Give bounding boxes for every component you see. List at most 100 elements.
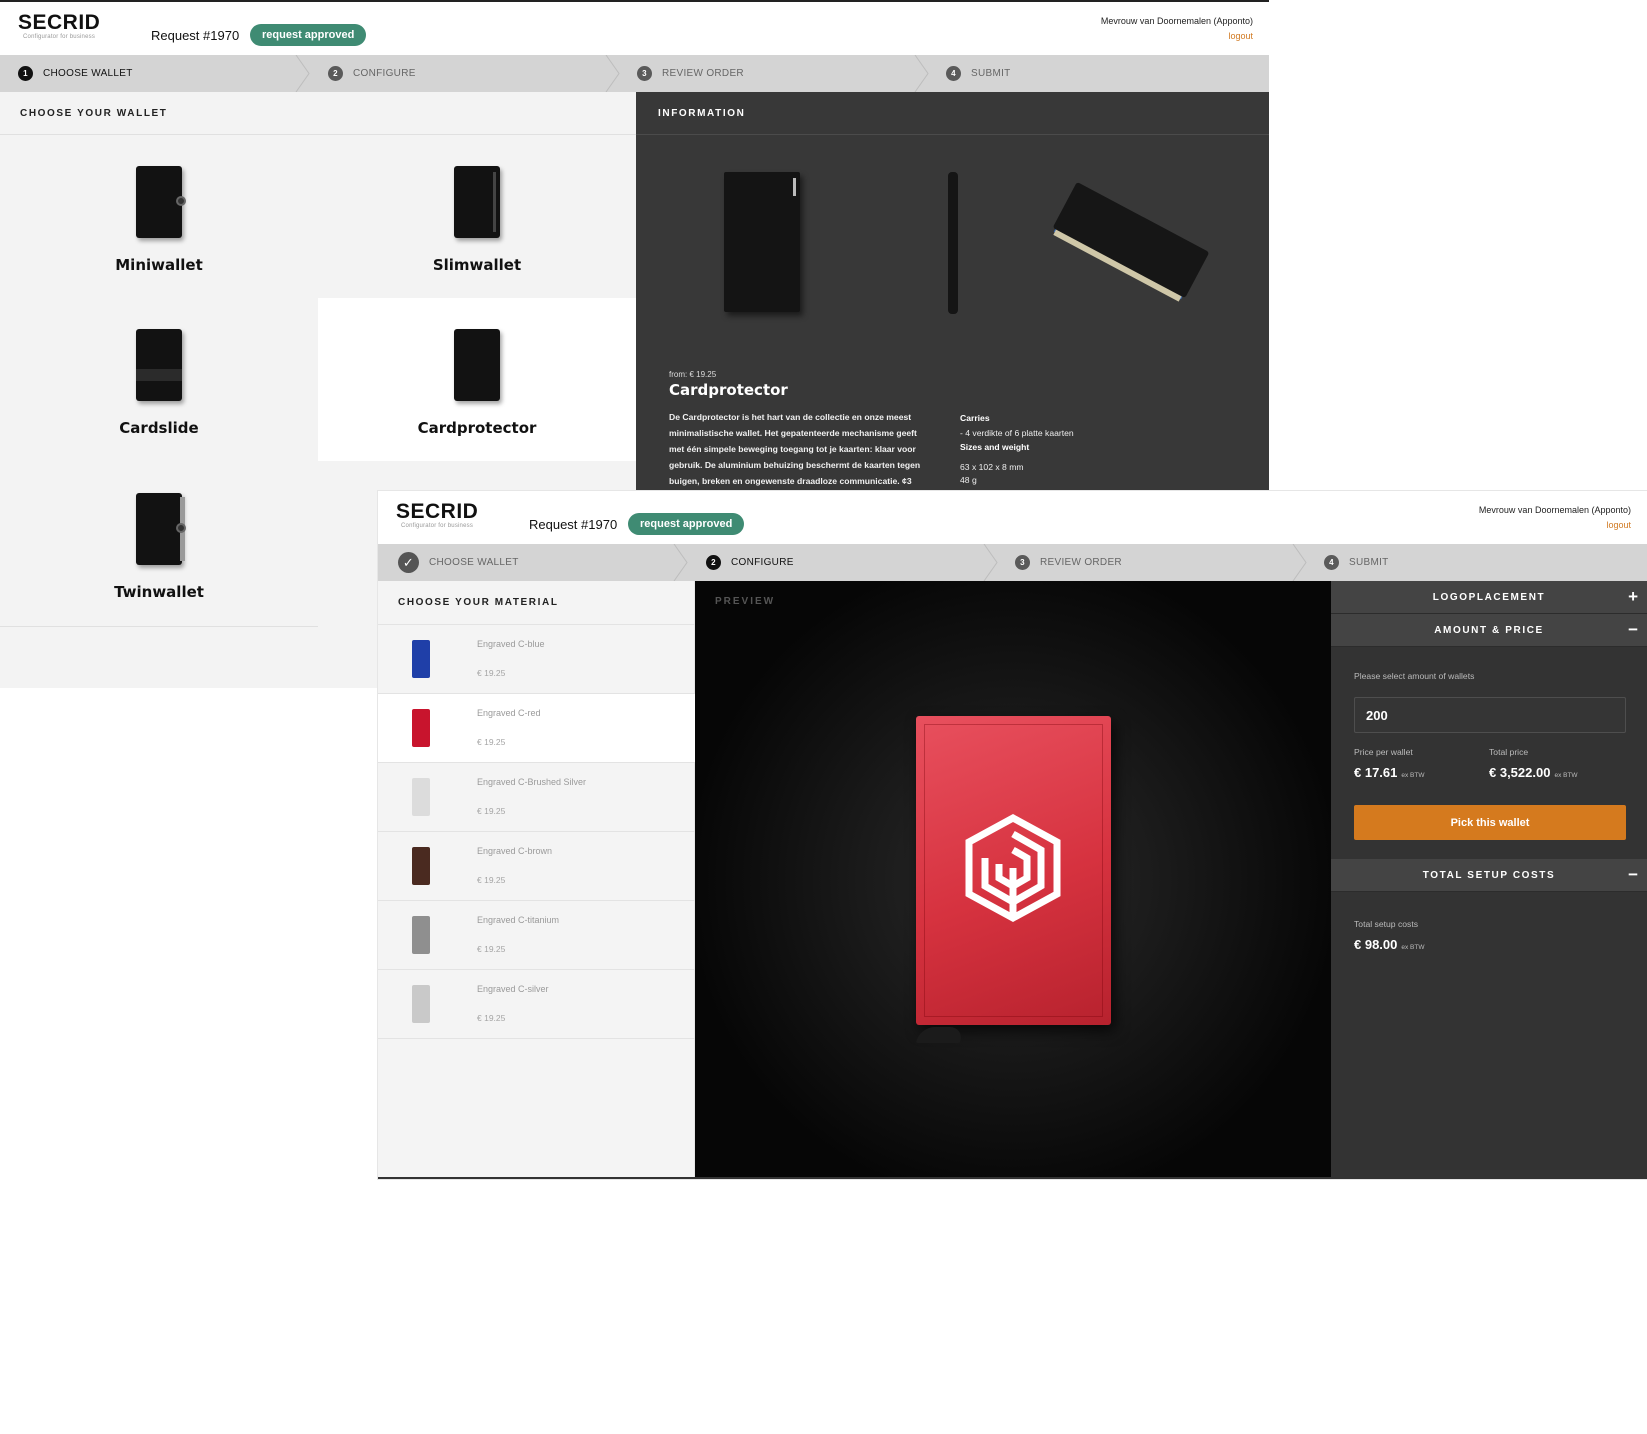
brand-logo[interactable]: SECRID Configurator for business [396,501,478,530]
carries-value: - 4 verdikte of 6 platte kaarten [960,428,1074,438]
plus-icon[interactable]: + [1628,587,1638,607]
slimwallet-image [454,166,500,238]
price-value: € 17.61 [1354,765,1398,780]
logout-link[interactable]: logout [1228,31,1253,41]
material-item-c-brown[interactable]: Engraved C-brown € 19.25 [378,832,695,901]
brand-tagline: Configurator for business [23,34,96,40]
accordion-title: AMOUNT & PRICE [1434,625,1544,636]
step-label: CHOOSE WALLET [43,68,133,79]
step-submit[interactable]: 4 SUBMIT [1306,544,1615,581]
accordion-title: LOGOPLACEMENT [1432,592,1546,603]
material-name: Engraved C-titanium [477,915,560,925]
cardslide-image [136,329,182,401]
total-price: € 3,522.00 ex BTW [1489,765,1578,780]
step-label: CONFIGURE [353,68,416,79]
clasp-icon [176,523,186,533]
material-name: Engraved C-silver [477,984,549,994]
price-value: € 98.00 [1354,937,1398,952]
logout-link[interactable]: logout [1606,520,1631,530]
product-front-image [724,172,800,312]
material-item-c-silver[interactable]: Engraved C-silver € 19.25 [378,970,695,1039]
wallet-name: Miniwallet [115,256,203,274]
section-title: CHOOSE YOUR WALLET [20,108,168,119]
step-review-order[interactable]: 3 REVIEW ORDER [619,55,929,92]
price-per-wallet: € 17.61 ex BTW [1354,765,1425,780]
material-name: Engraved C-blue [477,639,545,649]
price-value: € 3,522.00 [1489,765,1551,780]
material-swatch [412,847,430,885]
minus-icon[interactable]: − [1628,620,1638,640]
total-price-label: Total price [1489,747,1529,757]
material-item-c-brushed-silver[interactable]: Engraved C-Brushed Silver € 19.25 [378,763,695,832]
card-lever [915,1027,965,1043]
check-icon: ✓ [398,552,419,573]
ex-btw-note: ex BTW [1401,772,1425,779]
dimensions: 63 x 102 x 8 mm [960,462,1024,472]
user-name: Mevrouw van Doornemalen (Apponto) [1100,16,1253,26]
step-label: SUBMIT [1349,557,1389,568]
material-name: Engraved C-brown [477,846,553,856]
material-item-c-blue[interactable]: Engraved C-blue € 19.25 [378,625,695,694]
accordion-logoplacement[interactable]: LOGOPLACEMENT + [1331,581,1647,614]
material-swatch [412,709,430,747]
step-label: CHOOSE WALLET [429,557,519,568]
wallet-tile-slimwallet[interactable]: Slimwallet [318,135,636,298]
accordion-amount-price[interactable]: AMOUNT & PRICE − [1331,614,1647,647]
step-configure[interactable]: 2 CONFIGURE [688,544,998,581]
stepper: ✓ CHOOSE WALLET 2 CONFIGURE 3 REVIEW ORD… [378,544,1647,581]
material-swatch [412,778,430,816]
product-angle-image [1052,181,1210,299]
band-detail [136,369,182,381]
material-swatch [412,640,430,678]
price-per-wallet-label: Price per wallet [1354,747,1413,757]
brand-logo[interactable]: SECRID Configurator for business [18,12,100,41]
carries-label: Carries [960,413,990,423]
clasp-icon [176,196,186,206]
amount-input[interactable] [1354,697,1626,733]
material-item-c-titanium[interactable]: Engraved C-titanium € 19.25 [378,901,695,970]
configuration-panel: LOGOPLACEMENT + AMOUNT & PRICE − Please … [1331,581,1647,1177]
setup-costs-label: Total setup costs [1354,919,1419,929]
cardprotector-image [454,329,500,401]
material-swatch [412,985,430,1023]
preview-panel: PREVIEW [695,581,1331,1177]
wallet-tile-cardslide[interactable]: Cardslide [0,298,318,461]
step-submit[interactable]: 4 SUBMIT [928,55,1237,92]
accordion-title: TOTAL SETUP COSTS [1422,870,1556,881]
wallet-tile-cardprotector[interactable]: Cardprotector [318,298,636,461]
material-price: € 19.25 [477,668,506,678]
miniwallet-image [136,166,186,238]
material-price: € 19.25 [477,806,506,816]
brand-logo-mark[interactable] [963,814,1063,922]
wallet-tile-twinwallet[interactable]: Twinwallet [0,462,318,625]
step-choose-wallet[interactable]: 1 CHOOSE WALLET [0,55,310,92]
from-price: from: € 19.25 [669,370,717,379]
step-number: 4 [946,66,961,81]
status-badge: request approved [250,24,367,46]
edge-detail [493,172,496,232]
minus-icon[interactable]: − [1628,865,1638,885]
ex-btw-note: ex BTW [1401,944,1425,951]
weight: 48 g [960,475,977,485]
step-number: 1 [18,66,33,81]
material-price: € 19.25 [477,875,506,885]
wallet-tile-miniwallet[interactable]: Miniwallet [0,135,318,298]
status-badge: request approved [628,513,745,535]
accordion-setup-costs[interactable]: TOTAL SETUP COSTS − [1331,859,1647,892]
wallet-preview [915,716,1111,1043]
pick-wallet-button[interactable]: Pick this wallet [1354,805,1626,840]
preview-label: PREVIEW [715,596,776,607]
wallet-name: Cardslide [119,419,199,437]
section-title: INFORMATION [658,108,746,119]
step-label: REVIEW ORDER [1040,557,1122,568]
material-selection-panel: CHOOSE YOUR MATERIAL Engraved C-blue € 1… [378,581,695,1177]
step-review-order[interactable]: 3 REVIEW ORDER [997,544,1307,581]
step-number: 3 [637,66,652,81]
screen-configure: SECRID Configurator for business Request… [378,491,1647,1179]
material-price: € 19.25 [477,1013,506,1023]
step-configure[interactable]: 2 CONFIGURE [310,55,620,92]
header: SECRID Configurator for business Request… [378,491,1647,544]
material-item-c-red[interactable]: Engraved C-red € 19.25 [378,694,695,763]
step-choose-wallet[interactable]: ✓ CHOOSE WALLET [378,544,688,581]
stepper: 1 CHOOSE WALLET 2 CONFIGURE 3 REVIEW ORD… [0,55,1269,92]
